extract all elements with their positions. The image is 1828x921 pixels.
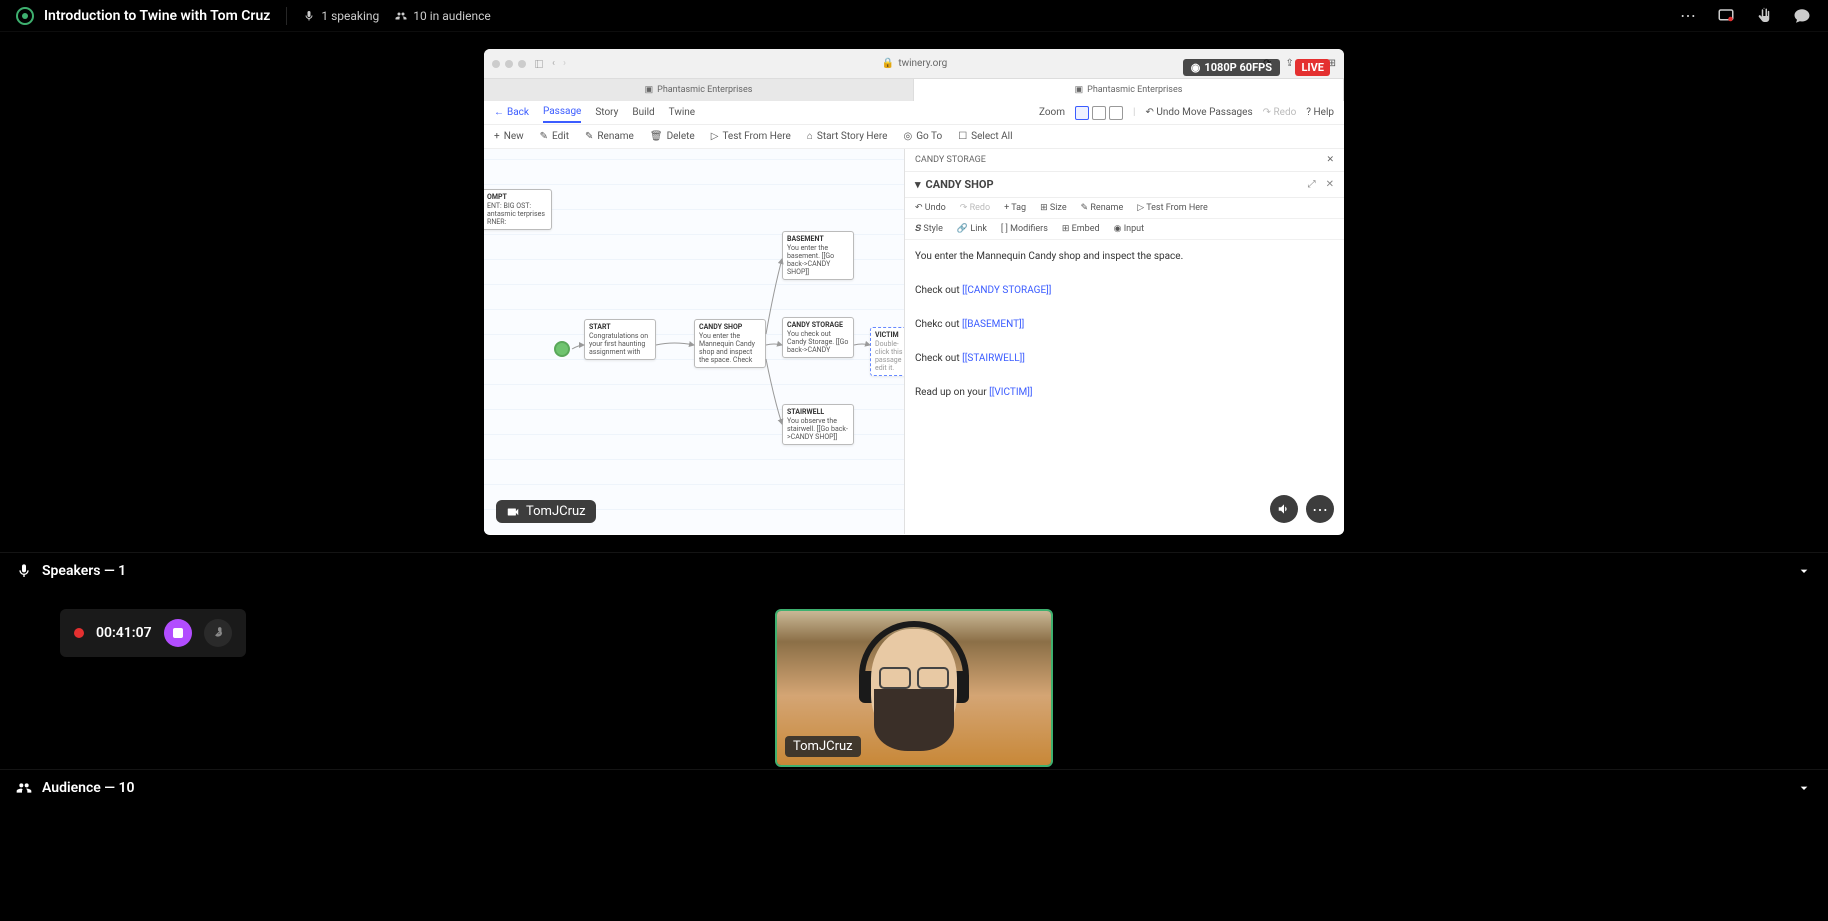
passage-node[interactable]: OMPT ENT: BIG OST: antasmic terprises RN… bbox=[484, 189, 552, 230]
more-button[interactable]: ⋯ bbox=[1306, 495, 1334, 523]
mic-icon bbox=[303, 10, 315, 22]
twine-toolbar: + New ✎ Edit ✎ Rename 🗑 Delete ▷ Test Fr… bbox=[484, 125, 1344, 149]
editor-text[interactable]: You enter the Mannequin Candy shop and i… bbox=[905, 240, 1344, 409]
editor-rename[interactable]: ✎ Rename bbox=[1081, 203, 1124, 213]
edit-button[interactable]: ✎ Edit bbox=[540, 131, 569, 142]
expand-icon[interactable]: ⤢ bbox=[1308, 179, 1316, 190]
session-title: Introduction to Twine with Tom Cruz bbox=[44, 8, 270, 24]
screenshare-frame: ‹ › 🔒twinery.org ⟳ ⇪ + ⊞ ▣Phantasmic Ent… bbox=[484, 49, 1344, 535]
go-to-button[interactable]: ◎ Go To bbox=[903, 131, 942, 142]
format-modifiers[interactable]: [ ] Modifiers bbox=[1001, 224, 1048, 234]
close-icon[interactable]: ✕ bbox=[1326, 179, 1334, 190]
recording-time: 00:41:07 bbox=[96, 625, 152, 641]
broadcast-icon bbox=[16, 7, 34, 25]
tab-story[interactable]: Story bbox=[595, 103, 618, 122]
chevron-down-icon bbox=[1796, 780, 1812, 796]
close-icon[interactable]: ✕ bbox=[1326, 155, 1334, 165]
undo-move-button[interactable]: ↶ Undo Move Passages bbox=[1145, 107, 1252, 118]
editor-tag[interactable]: + Tag bbox=[1004, 203, 1026, 213]
start-story-here-button[interactable]: ⌂ Start Story Here bbox=[807, 131, 888, 142]
divider bbox=[286, 7, 287, 25]
passage-node[interactable]: START Congratulations on your first haun… bbox=[584, 319, 656, 360]
audience-stat: 10 in audience bbox=[395, 9, 490, 23]
passage-node[interactable]: CANDY SHOP You enter the Mannequin Candy… bbox=[694, 319, 766, 368]
editor-crumb: CANDY STORAGE bbox=[915, 155, 986, 165]
passage-node[interactable]: CANDY STORAGE You check out Candy Storag… bbox=[782, 317, 854, 358]
new-button[interactable]: + New bbox=[494, 131, 524, 142]
start-marker[interactable] bbox=[554, 341, 570, 357]
select-all-button[interactable]: ☐ Select All bbox=[958, 131, 1012, 142]
record-dot-icon bbox=[74, 628, 84, 638]
audio-button[interactable] bbox=[1270, 495, 1298, 523]
format-embed[interactable]: ⊞ Embed bbox=[1062, 224, 1100, 234]
people-icon bbox=[16, 780, 32, 796]
format-link[interactable]: 🔗 Link bbox=[957, 224, 987, 234]
nav-back-icon[interactable]: ‹ bbox=[552, 58, 555, 69]
tab-build[interactable]: Build bbox=[632, 103, 654, 122]
stop-recording-button[interactable] bbox=[164, 619, 192, 647]
format-input[interactable]: ◉ Input bbox=[1114, 224, 1144, 234]
live-badge: LIVE bbox=[1295, 59, 1330, 76]
monitor-icon[interactable] bbox=[1716, 6, 1736, 26]
editor-test[interactable]: ▷ Test From Here bbox=[1137, 203, 1208, 213]
share-icon[interactable]: ⇪ bbox=[1286, 58, 1294, 69]
editor-size[interactable]: ⊞ Size bbox=[1040, 203, 1066, 213]
chat-icon[interactable] bbox=[1792, 6, 1812, 26]
editor-redo[interactable]: ↷ Redo bbox=[960, 203, 990, 213]
passage-node[interactable]: BASEMENT You enter the basement. [[Go ba… bbox=[782, 231, 854, 280]
passage-editor: CANDY STORAGE ✕ ▾ CANDY SHOP ⤢ ✕ ↶ Undo … bbox=[904, 149, 1344, 534]
speaking-stat: 1 speaking bbox=[303, 9, 379, 23]
nav-fwd-icon[interactable]: › bbox=[563, 58, 566, 69]
help-button[interactable]: ? Help bbox=[1306, 107, 1334, 118]
more-icon[interactable]: ⋯ bbox=[1678, 6, 1698, 26]
passage-node[interactable]: VICTIM Double-click this passage edit it… bbox=[870, 327, 904, 376]
chevron-down-icon bbox=[1796, 563, 1812, 579]
test-from-here-button[interactable]: ▷ Test From Here bbox=[711, 131, 791, 142]
tab-passage[interactable]: Passage bbox=[543, 102, 581, 123]
rename-button[interactable]: ✎ Rename bbox=[585, 131, 634, 142]
passage-node[interactable]: STAIRWELL You observe the stairwell. [[G… bbox=[782, 404, 854, 445]
editor-title: ▾ CANDY SHOP bbox=[915, 178, 994, 191]
zoom-small[interactable] bbox=[1109, 106, 1123, 120]
delete-button[interactable]: 🗑 Delete bbox=[650, 131, 695, 142]
speaker-name: TomJCruz bbox=[785, 736, 861, 757]
twine-tab-bar: ← Back Passage Story Build Twine Zoom | … bbox=[484, 101, 1344, 125]
sidebar-icon[interactable] bbox=[534, 59, 544, 69]
recording-indicator: 00:41:07 bbox=[60, 609, 246, 657]
mic-icon bbox=[16, 563, 32, 579]
audience-header[interactable]: Audience — 10 bbox=[0, 769, 1828, 806]
redo-button[interactable]: ↷ Redo bbox=[1263, 107, 1297, 118]
camera-icon bbox=[506, 505, 520, 519]
format-style[interactable]: 𝑺 Style bbox=[915, 224, 943, 234]
presenter-tag: TomJCruz bbox=[496, 500, 596, 523]
back-button[interactable]: ← Back bbox=[494, 107, 529, 118]
stage: ‹ › 🔒twinery.org ⟳ ⇪ + ⊞ ▣Phantasmic Ent… bbox=[0, 32, 1828, 552]
speakers-header[interactable]: Speakers — 1 bbox=[0, 552, 1828, 589]
top-bar: Introduction to Twine with Tom Cruz 1 sp… bbox=[0, 0, 1828, 32]
editor-undo[interactable]: ↶ Undo bbox=[915, 203, 946, 213]
browser-tab[interactable]: ▣Phantasmic Enterprises bbox=[484, 79, 914, 101]
people-icon bbox=[395, 10, 407, 22]
speaker-tile[interactable]: TomJCruz bbox=[775, 609, 1053, 767]
url-bar[interactable]: 🔒twinery.org bbox=[574, 58, 1255, 69]
raise-hand-icon[interactable] bbox=[1754, 6, 1774, 26]
zoom-label: Zoom bbox=[1039, 107, 1065, 118]
story-canvas[interactable]: OMPT ENT: BIG OST: antasmic terprises RN… bbox=[484, 149, 904, 534]
browser-tab[interactable]: ▣Phantasmic Enterprises bbox=[914, 79, 1344, 101]
zoom-grid[interactable] bbox=[1092, 106, 1106, 120]
resolution-badge: ◉ 1080P 60FPS bbox=[1183, 59, 1280, 76]
speakers-area: 00:41:07 TomJCruz bbox=[0, 589, 1828, 769]
zoom-large[interactable] bbox=[1075, 106, 1089, 120]
tab-twine[interactable]: Twine bbox=[669, 103, 695, 122]
mute-button[interactable] bbox=[204, 619, 232, 647]
